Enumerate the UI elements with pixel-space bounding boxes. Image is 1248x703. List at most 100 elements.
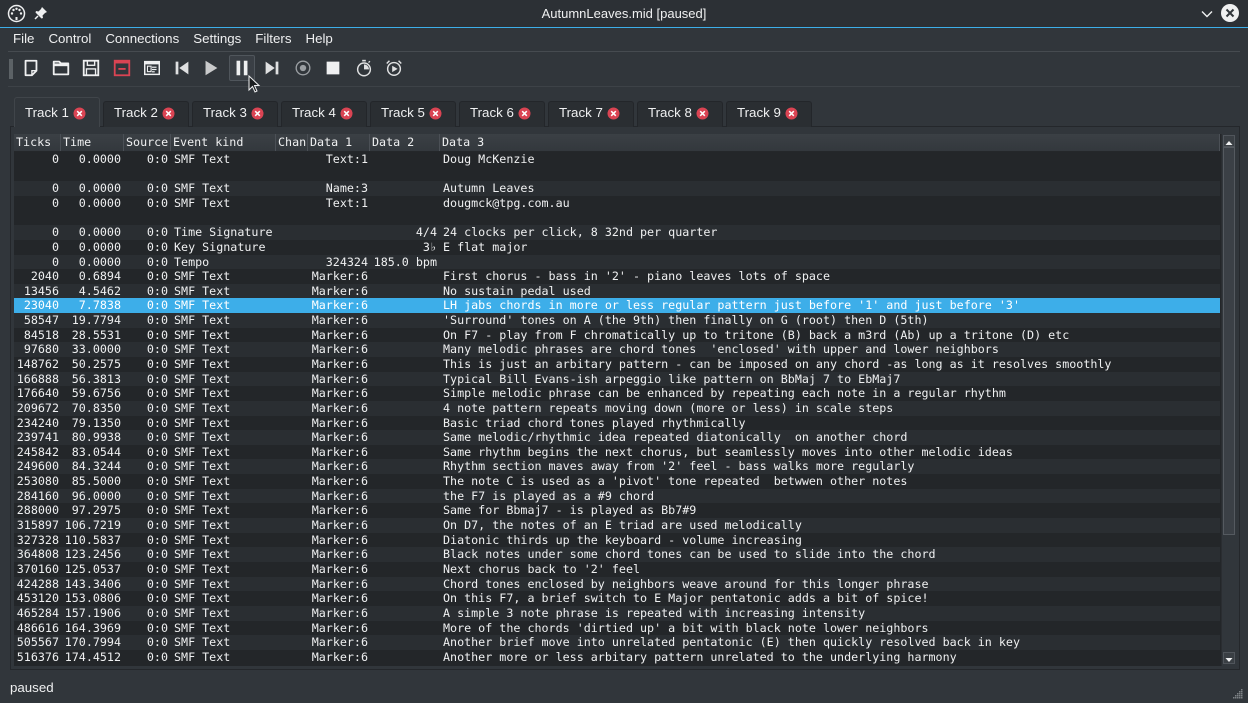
menu-filters[interactable]: Filters <box>248 28 298 50</box>
column-header-source[interactable]: Source <box>124 134 171 151</box>
column-header-chan[interactable]: Chan <box>276 134 308 151</box>
table-row[interactable]: 284160 96.0000 0:0 SMF Text Marker:6 the F7 i… <box>14 488 1220 504</box>
table-row[interactable]: 209672 70.8350 0:0 SMF Text Marker:6 4 note p… <box>14 400 1220 416</box>
table-row[interactable]: 97680 33.0000 0:0 SMF Text Marker:6 Many melo… <box>14 342 1220 357</box>
column-header-data-1[interactable]: Data 1 <box>308 134 370 151</box>
cell-kind: SMF Text <box>174 283 231 298</box>
cell-data3: E flat major <box>443 239 528 254</box>
menu-control[interactable]: Control <box>41 28 98 50</box>
table-row[interactable]: 23040 7.7838 0:0 SMF Text Marker:6 LH jabs ch… <box>14 298 1220 314</box>
close-tab-icon[interactable] <box>251 107 264 120</box>
cell-data1: Marker:6 <box>311 298 368 313</box>
table-row[interactable]: 166888 56.3813 0:0 SMF Text Marker:6 Typical … <box>14 371 1220 387</box>
table-row[interactable]: 486616 164.3969 0:0 SMF Text Marker:6 More of… <box>14 620 1220 636</box>
tab-track-2[interactable]: Track 2 <box>103 101 189 127</box>
tab-label: Track 7 <box>559 105 603 120</box>
table-row[interactable]: 288000 97.2975 0:0 SMF Text Marker:6 Same for… <box>14 503 1220 519</box>
cell-kind: SMF Text <box>174 342 231 357</box>
table-row[interactable]: 176640 59.6756 0:0 SMF Text Marker:6 Simple m… <box>14 386 1220 401</box>
scroll-up-button[interactable] <box>1223 135 1235 147</box>
tab-track-7[interactable]: Track 7 <box>548 101 634 127</box>
close-tab-icon[interactable] <box>518 107 531 120</box>
table-row[interactable]: 516376 174.4512 0:0 SMF Text Marker:6 Another… <box>14 649 1220 665</box>
table-row[interactable]: 239741 80.9938 0:0 SMF Text Marker:6 Same mel… <box>14 430 1220 445</box>
menu-settings[interactable]: Settings <box>186 28 248 50</box>
scroll-down-button[interactable] <box>1223 652 1235 664</box>
size-grip-handle[interactable] <box>1232 688 1244 700</box>
forward-button[interactable] <box>259 55 285 81</box>
save-button[interactable] <box>78 55 104 81</box>
cell-ticks: 0 <box>51 181 59 196</box>
cell-kind: SMF Text <box>174 635 231 650</box>
table-row[interactable]: 234240 79.1350 0:0 SMF Text Marker:6 Basic tr… <box>14 415 1220 431</box>
tab-track-3[interactable]: Track 3 <box>192 101 278 127</box>
open-folder-icon <box>52 60 70 76</box>
vertical-scrollbar[interactable] <box>1221 134 1236 666</box>
tab-track-4[interactable]: Track 4 <box>281 101 367 127</box>
table-row[interactable]: 13456 4.5462 0:0 SMF Text Marker:6 No sustain… <box>14 283 1220 299</box>
tempo-button[interactable] <box>381 55 407 81</box>
close-tab-icon[interactable] <box>162 107 175 120</box>
table-row[interactable]: 315897 106.7219 0:0 SMF Text Marker:6 On D7, … <box>14 518 1220 533</box>
close-tab-icon[interactable] <box>785 107 798 120</box>
close-file-button[interactable] <box>109 55 135 81</box>
column-header-data-3[interactable]: Data 3 <box>440 134 1220 151</box>
column-header-ticks[interactable]: Ticks <box>14 134 61 151</box>
tab-track-5[interactable]: Track 5 <box>370 101 456 127</box>
cell-data3: Chord tones enclosed by neighbors weave … <box>443 576 929 591</box>
tab-track-8[interactable]: Track 8 <box>637 101 723 127</box>
cell-source: 0:0 <box>146 459 168 474</box>
column-header-time[interactable]: Time <box>61 134 124 151</box>
close-tab-icon[interactable] <box>73 107 86 120</box>
table-row[interactable]: 0 0.0000 0:0 Tempo 324324 185.0 bpm <box>14 254 1220 270</box>
new-file-button[interactable] <box>18 55 44 81</box>
close-tab-icon[interactable] <box>607 107 620 120</box>
table-row[interactable]: 0 0.0000 0:0 SMF Text Text:1 Doug McKenzie <box>14 152 1220 182</box>
table-row[interactable]: 327328 110.5837 0:0 SMF Text Marker:6 Diatoni… <box>14 532 1220 548</box>
column-header-event-kind[interactable]: Event kind <box>171 134 276 151</box>
open-file-button[interactable] <box>48 55 74 81</box>
close-tab-icon[interactable] <box>340 107 353 120</box>
table-row[interactable]: 148762 50.2575 0:0 SMF Text Marker:6 This is … <box>14 357 1220 372</box>
table-row[interactable]: 2040 0.6894 0:0 SMF Text Marker:6 First choru… <box>14 269 1220 284</box>
cell-data3: This is just an arbitary pattern - can b… <box>443 357 1112 371</box>
table-row[interactable]: 453120 153.0806 0:0 SMF Text Marker:6 On this… <box>14 591 1220 606</box>
play-button[interactable] <box>198 55 224 81</box>
table-row[interactable]: 370160 125.0537 0:0 SMF Text Marker:6 Next ch… <box>14 561 1220 577</box>
table-row[interactable]: 0 0.0000 0:0 SMF Text Name:3 Autumn Leaves <box>14 181 1220 196</box>
cell-data1: Marker:6 <box>311 561 368 576</box>
cell-time: 0.0000 <box>78 152 121 166</box>
table-row[interactable]: 0 0.0000 0:0 SMF Text Text:1 dougmck@tpg.com.… <box>14 195 1220 226</box>
table-row[interactable]: 245842 83.0544 0:0 SMF Text Marker:6 Same rhy… <box>14 444 1220 460</box>
menu-file[interactable]: File <box>6 28 41 50</box>
record-button[interactable] <box>290 55 316 81</box>
table-row[interactable]: 253080 85.5000 0:0 SMF Text Marker:6 The note… <box>14 474 1220 489</box>
column-header-data-2[interactable]: Data 2 <box>370 134 440 151</box>
chevron-down-icon[interactable] <box>1200 7 1214 21</box>
table-row[interactable]: 505567 170.7994 0:0 SMF Text Marker:6 Another… <box>14 635 1220 650</box>
close-tab-icon[interactable] <box>429 107 442 120</box>
table-row[interactable]: 465284 157.1906 0:0 SMF Text Marker:6 A simpl… <box>14 605 1220 621</box>
tab-track-6[interactable]: Track 6 <box>459 101 545 127</box>
close-icon[interactable] <box>1220 3 1240 23</box>
scrollbar-thumb[interactable] <box>1223 147 1235 535</box>
table-row[interactable]: 84518 28.5531 0:0 SMF Text Marker:6 On F7 - p… <box>14 327 1220 343</box>
cell-source: 0:0 <box>146 649 168 664</box>
table-row[interactable]: 0 0.0000 0:0 Time Signature 4/4 24 clocks per… <box>14 225 1220 240</box>
table-row[interactable]: 364808 123.2456 0:0 SMF Text Marker:6 Black n… <box>14 547 1220 562</box>
table-row[interactable]: 58547 19.7794 0:0 SMF Text Marker:6 'Surround… <box>14 313 1220 328</box>
scrollbar-track[interactable] <box>1223 147 1235 651</box>
stop-button[interactable] <box>320 55 346 81</box>
rewind-button[interactable] <box>169 55 195 81</box>
table-row[interactable]: 0 0.0000 0:0 Key Signature 3♭ E flat major <box>14 239 1220 255</box>
menu-connections[interactable]: Connections <box>98 28 186 50</box>
table-row[interactable]: 249600 84.3244 0:0 SMF Text Marker:6 Rhythm s… <box>14 459 1220 475</box>
timer-button[interactable] <box>351 55 377 81</box>
close-tab-icon[interactable] <box>696 107 709 120</box>
cell-source: 0:0 <box>146 269 168 284</box>
table-row[interactable]: 424288 143.3406 0:0 SMF Text Marker:6 Chord t… <box>14 576 1220 592</box>
tab-track-1[interactable]: Track 1 <box>14 97 100 127</box>
file-info-button[interactable] <box>139 55 165 81</box>
menu-help[interactable]: Help <box>298 28 339 50</box>
tab-track-9[interactable]: Track 9 <box>726 101 812 127</box>
